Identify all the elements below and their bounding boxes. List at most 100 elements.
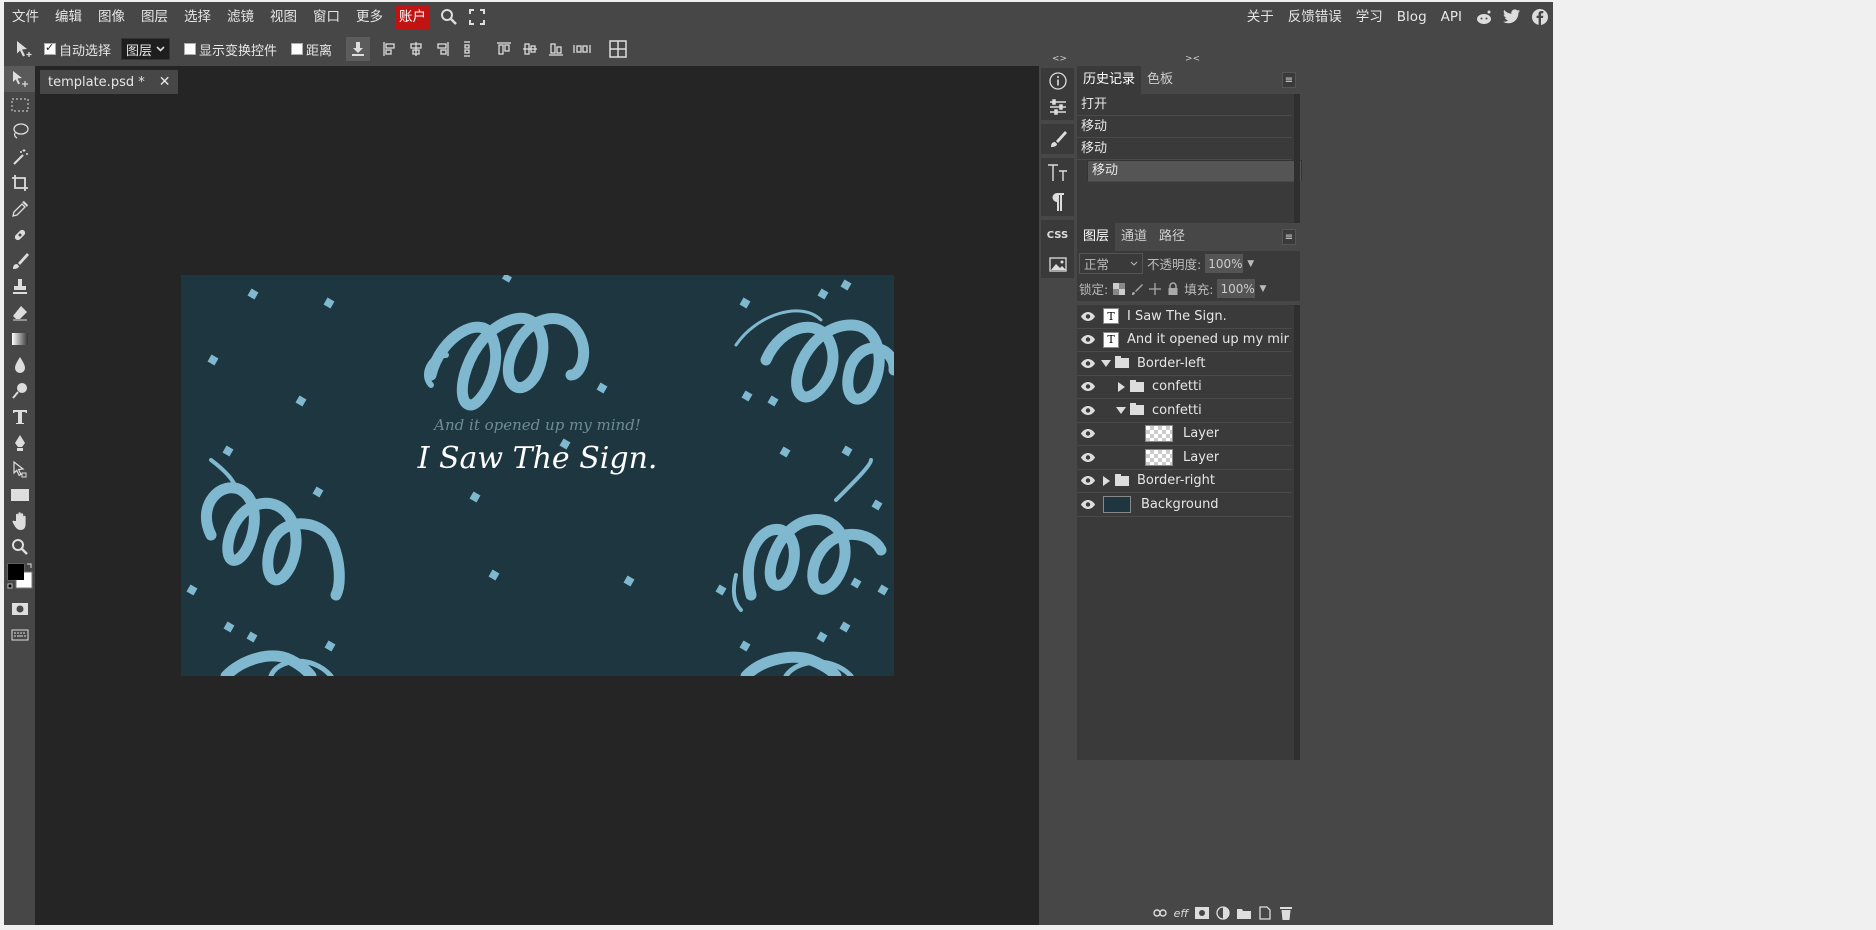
auto-select-box[interactable] (44, 41, 56, 55)
distribute-h-icon[interactable] (456, 37, 480, 61)
layers-menu-icon[interactable]: ≡ (1282, 229, 1296, 245)
blend-mode-dropdown[interactable]: 正常 (1079, 253, 1143, 274)
menu-learn[interactable]: 学习 (1349, 2, 1390, 32)
align-vcenter-icon[interactable] (518, 37, 542, 61)
visibility-eye-icon[interactable] (1077, 375, 1099, 398)
hand-tool-icon[interactable] (4, 508, 35, 534)
marquee-tool-icon[interactable] (4, 92, 35, 118)
canvas-workspace[interactable]: template.psd * ✕ And it opened up my min… (35, 66, 1039, 925)
folder-icon[interactable] (1236, 905, 1252, 921)
download-icon[interactable] (346, 37, 371, 61)
tab-paths[interactable]: 路径 (1153, 223, 1191, 251)
history-item[interactable]: 移动 (1077, 138, 1292, 160)
healing-tool-icon[interactable] (4, 222, 35, 248)
color-swatches-icon[interactable] (4, 560, 35, 596)
layer-row[interactable]: Background (1077, 493, 1292, 517)
menu-report-bug[interactable]: 反馈错误 (1281, 2, 1349, 32)
lock-transparency-icon[interactable] (1112, 282, 1126, 296)
layer-row[interactable]: Layer (1077, 446, 1292, 470)
auto-select-target-dropdown[interactable]: 图层 (121, 38, 171, 60)
menu-layer[interactable]: 图层 (133, 2, 176, 32)
history-item[interactable]: 打开 (1077, 94, 1292, 116)
reddit-icon[interactable] (1471, 4, 1497, 30)
gradient-tool-icon[interactable] (4, 326, 35, 352)
layer-row[interactable]: confetti (1077, 375, 1292, 399)
facebook-icon[interactable] (1527, 4, 1553, 30)
type-tool-icon[interactable] (4, 404, 35, 430)
visibility-eye-icon[interactable] (1077, 305, 1099, 328)
menu-api[interactable]: API (1434, 2, 1469, 32)
visibility-eye-icon[interactable] (1077, 352, 1099, 375)
history-item[interactable]: 移动 (1077, 116, 1292, 138)
history-scrollbar[interactable] (1294, 94, 1300, 223)
brush-tool-icon[interactable] (4, 248, 35, 274)
menu-view[interactable]: 视图 (262, 2, 305, 32)
rectangle-tool-icon[interactable] (4, 482, 35, 508)
quick-mask-icon[interactable] (4, 596, 35, 622)
history-menu-icon[interactable]: ≡ (1282, 72, 1296, 88)
effects-icon[interactable]: eff (1173, 905, 1189, 921)
lock-all-icon[interactable] (1166, 282, 1180, 296)
eyedropper-tool-icon[interactable] (4, 196, 35, 222)
visibility-eye-icon[interactable] (1077, 469, 1099, 492)
link-icon[interactable] (1152, 905, 1168, 921)
move-tool-icon[interactable] (4, 66, 35, 92)
info-icon[interactable] (1041, 68, 1074, 94)
image-icon[interactable] (1041, 250, 1074, 278)
layer-row[interactable]: T And it opened up my mir (1077, 328, 1292, 352)
eraser-tool-icon[interactable] (4, 300, 35, 326)
collapse-icons-toggle[interactable]: <> (1052, 54, 1067, 64)
distance-checkbox[interactable]: 距离 (291, 40, 332, 59)
menu-filter[interactable]: 滤镜 (219, 2, 262, 32)
adjustments-icon[interactable] (1041, 94, 1074, 120)
visibility-eye-icon[interactable] (1077, 328, 1099, 351)
distance-box[interactable] (291, 43, 304, 55)
tab-layers[interactable]: 图层 (1077, 223, 1116, 251)
opacity-input[interactable]: 100% (1205, 254, 1244, 273)
menu-more[interactable]: 更多 (348, 2, 391, 32)
align-bottom-icon[interactable] (544, 37, 568, 61)
lock-pixels-icon[interactable] (1130, 282, 1144, 296)
align-right-icon[interactable] (430, 37, 454, 61)
fill-dropdown-icon[interactable]: ▼ (1259, 284, 1266, 294)
fullscreen-icon[interactable] (464, 4, 490, 30)
path-select-tool-icon[interactable] (4, 456, 35, 482)
history-item-selected[interactable]: 移动 (1087, 160, 1302, 182)
opacity-dropdown-icon[interactable]: ▼ (1247, 259, 1254, 269)
layer-row[interactable]: confetti (1077, 399, 1292, 423)
mask-icon[interactable] (1194, 905, 1210, 921)
align-top-icon[interactable] (492, 37, 516, 61)
adjustment-icon[interactable] (1215, 905, 1231, 921)
expand-right-icon[interactable] (1114, 381, 1128, 392)
magic-wand-tool-icon[interactable] (4, 144, 35, 170)
expand-right-icon[interactable] (1099, 475, 1113, 486)
css-icon[interactable]: CSS (1041, 220, 1074, 250)
crop-tool-icon[interactable] (4, 170, 35, 196)
layer-row[interactable]: Border-left (1077, 352, 1292, 376)
menu-account[interactable]: 账户 (395, 5, 430, 29)
align-left-icon[interactable] (378, 37, 402, 61)
menu-image[interactable]: 图像 (90, 2, 133, 32)
grid-icon[interactable] (606, 37, 630, 61)
visibility-eye-icon[interactable] (1077, 493, 1099, 516)
show-transform-checkbox[interactable]: 显示变换控件 (184, 40, 277, 59)
twitter-icon[interactable] (1499, 4, 1525, 30)
lasso-tool-icon[interactable] (4, 118, 35, 144)
fill-input[interactable]: 100% (1217, 279, 1256, 298)
menu-select[interactable]: 选择 (176, 2, 219, 32)
close-icon[interactable]: ✕ (159, 74, 171, 90)
move-tool-icon[interactable] (10, 35, 38, 63)
menu-about[interactable]: 关于 (1240, 2, 1281, 32)
stamp-tool-icon[interactable] (4, 274, 35, 300)
brush-settings-icon[interactable] (1041, 124, 1074, 154)
layer-row[interactable]: Layer (1077, 423, 1292, 446)
menu-file[interactable]: 文件 (4, 2, 47, 32)
zoom-tool-icon[interactable] (4, 534, 35, 560)
document-canvas[interactable]: And it opened up my mind! I Saw The Sign… (181, 275, 894, 676)
paragraph-icon[interactable] (1041, 188, 1074, 216)
new-layer-icon[interactable] (1257, 905, 1273, 921)
distribute-v-icon[interactable] (570, 37, 594, 61)
layer-row[interactable]: T I Saw The Sign. (1077, 305, 1292, 329)
show-transform-box[interactable] (184, 43, 197, 55)
menu-edit[interactable]: 编辑 (47, 2, 90, 32)
